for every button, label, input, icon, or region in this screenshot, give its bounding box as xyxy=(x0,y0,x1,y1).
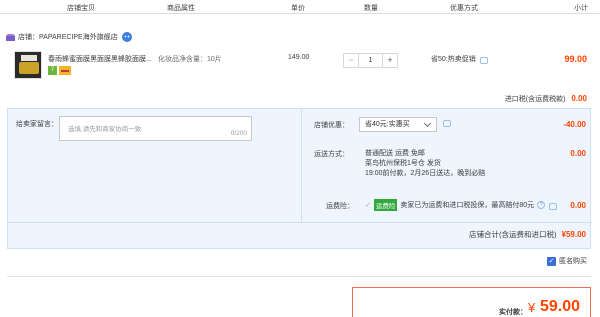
shop-discount-label: 店铺优惠： xyxy=(314,122,349,129)
service-badge[interactable]: 7 xyxy=(48,66,57,75)
col-discount: 优惠方式 xyxy=(450,5,478,12)
import-tax-value: 0.00 xyxy=(571,94,587,103)
promotion-info: 省50:热卖促销 xyxy=(431,54,488,64)
seller-message-label: 给卖家留言： xyxy=(16,121,58,128)
insurance-info: ✓ 运费险 卖家已为运费和进口税投保，最高赔付80元 ? xyxy=(365,199,558,211)
col-subtotal: 小计 xyxy=(574,5,588,12)
panel-divider-vertical xyxy=(301,109,302,222)
col-unit-price: 单价 xyxy=(291,5,305,12)
insurance-comment-icon[interactable] xyxy=(549,202,558,210)
check-icon: ✓ xyxy=(365,202,371,209)
anonymous-purchase[interactable]: ✓ 匿名购买 xyxy=(547,256,587,266)
payment-currency: ¥ xyxy=(528,300,536,315)
col-quantity: 数量 xyxy=(364,5,378,12)
shop-label: 店铺： xyxy=(18,34,39,41)
store-icon xyxy=(6,33,15,41)
shop-total-label: 店铺合计(含运费和进口税) xyxy=(469,230,557,239)
quantity-stepper: − 1 + xyxy=(343,53,398,68)
product-badges: 7 xyxy=(48,66,71,75)
shipping-details: 普通配送 运费 免邮 菜鸟杭州保税1号仓 发货 19:00前付款，2月26日送达… xyxy=(365,149,485,179)
shop-total-line: 店铺合计(含运费和进口税) ¥59.00 xyxy=(469,229,586,240)
quantity-input[interactable]: 1 xyxy=(359,54,382,67)
shop-discount-value: 省40元:实惠买 xyxy=(365,121,410,128)
promotion-comment-icon[interactable] xyxy=(479,56,488,64)
order-options-panel: 给卖家留言： 选填,请先和商家协商一致 0/200 店铺优惠： 省40元:实惠买… xyxy=(7,108,592,249)
order-item-row: 春雨蜂蜜面膜黑面膜黑蜂胶面膜... 7 化妆品净含量：10片 149.00 − … xyxy=(0,45,600,85)
shipping-amount: 0.00 xyxy=(570,149,586,158)
shop-discount-amount: -40.00 xyxy=(563,120,586,129)
seller-message-placeholder: 选填,请先和商家协商一致 xyxy=(68,126,142,133)
payment-total: 59.00 xyxy=(540,298,581,315)
seller-message-input[interactable]: 选填,请先和商家协商一致 0/200 xyxy=(59,116,252,141)
order-table-header: 店铺宝贝 商品属性 单价 数量 优惠方式 小计 xyxy=(0,0,600,14)
insurance-amount: 0.00 xyxy=(570,201,586,210)
shipping-eta: 19:00前付款，2月26日送达，晚到必赔 xyxy=(365,170,486,177)
product-title-link[interactable]: 春雨蜂蜜面膜黑面膜黑蜂胶面膜... xyxy=(48,54,158,64)
item-subtotal: 99.00 xyxy=(564,54,587,64)
shop-total-value: ¥59.00 xyxy=(561,230,586,239)
anonymous-checkbox[interactable]: ✓ xyxy=(547,256,556,266)
insurance-text: 卖家已为运费和进口税投保，最高赔付80元 xyxy=(400,202,535,209)
payment-label: 实付款： xyxy=(499,309,527,316)
product-thumbnail[interactable] xyxy=(14,51,42,79)
quantity-decrease-button[interactable]: − xyxy=(344,54,359,67)
shipping-method: 普通配送 运费 免邮 xyxy=(365,150,425,157)
payment-summary: 实付款： ¥ 59.00 xyxy=(352,287,591,317)
help-icon[interactable]: ? xyxy=(537,201,546,209)
wangwang-chat-icon[interactable] xyxy=(121,32,132,42)
discount-comment-icon[interactable] xyxy=(443,120,451,127)
shop-name-link[interactable]: PAPARECIPE海外旗舰店 xyxy=(39,32,118,42)
chevron-down-icon xyxy=(423,119,432,128)
section-divider xyxy=(7,276,591,277)
shipping-warehouse: 菜鸟杭州保税1号仓 发货 xyxy=(365,160,441,167)
shop-discount-select[interactable]: 省40元:实惠买 xyxy=(359,117,437,132)
col-attributes: 商品属性 xyxy=(167,5,195,12)
import-tax-line: 进口税(含运费税款) 0.00 xyxy=(505,94,587,104)
product-attribute: 化妆品净含量：10片 xyxy=(158,56,222,63)
col-shop-items: 店铺宝贝 xyxy=(67,5,95,12)
insurance-label: 运费险： xyxy=(326,203,354,210)
quantity-increase-button[interactable]: + xyxy=(382,54,397,67)
panel-divider xyxy=(8,222,592,223)
shop-info: 店铺： PAPARECIPE海外旗舰店 xyxy=(6,31,132,43)
promotion-text: 省50:热卖促销 xyxy=(431,56,476,63)
anonymous-label: 匿名购买 xyxy=(559,258,587,265)
import-tax-label: 进口税(含运费税款) xyxy=(504,96,566,103)
credit-card-icon[interactable] xyxy=(59,66,71,75)
shipping-label: 运送方式： xyxy=(314,151,349,158)
seller-message-counter: 0/200 xyxy=(230,130,247,137)
unit-price: 149.00 xyxy=(288,54,310,61)
insurance-tag: 运费险 xyxy=(373,199,398,211)
